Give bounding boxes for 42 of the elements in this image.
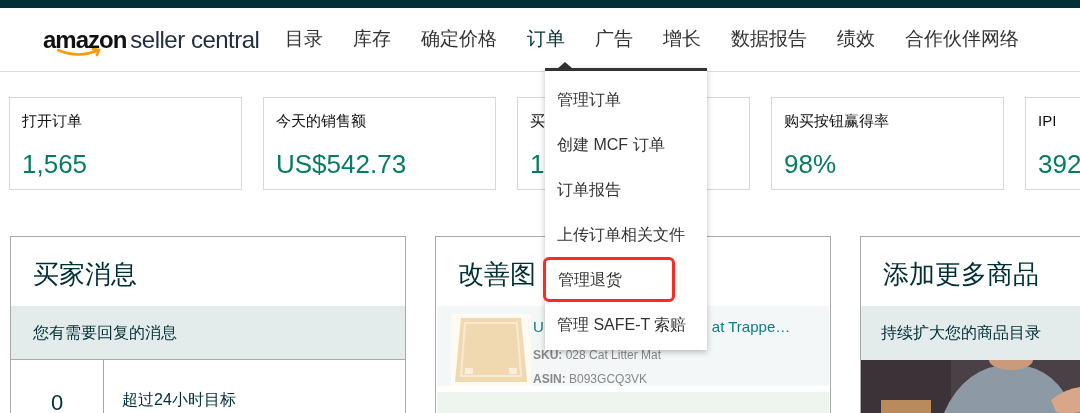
smile-icon — [57, 47, 101, 57]
metric-label: 买 — [530, 111, 545, 131]
metric-label: 今天的销售额 — [276, 111, 366, 131]
nav-tab[interactable]: 数据报告 — [731, 25, 808, 54]
menu-item[interactable]: 管理订单 — [545, 77, 707, 122]
product-link[interactable]: U — [533, 316, 544, 339]
nav-tab[interactable]: 库存 — [353, 25, 392, 54]
card-title: 添加更多商品 — [882, 258, 1040, 291]
card-subtitle: 持续扩大您的商品目录 — [861, 306, 1080, 360]
card-title: 改善图 — [458, 258, 536, 291]
metric-value: 1,565 — [22, 147, 88, 181]
metric-value: US$542.73 — [276, 147, 407, 181]
metric-card[interactable]: 打开订单 1,565 — [9, 97, 242, 190]
metric-value: 1 — [530, 147, 545, 181]
message-count: 0 — [11, 360, 104, 413]
metric-value: 392 — [1038, 147, 1080, 181]
nav-tab[interactable]: 绩效 — [837, 25, 876, 54]
logo[interactable]: amazon seller central — [43, 21, 260, 58]
metric-card[interactable]: 购买按钮赢得率 98% — [771, 97, 1004, 190]
card-subtitle: 您有需要回复的消息 — [11, 306, 405, 360]
menu-item[interactable]: 上传订单相关文件 — [545, 212, 707, 257]
menu-item[interactable]: 管理退货 — [543, 257, 675, 302]
menu-item[interactable]: 管理 SAFE-T 索赔 — [545, 302, 707, 347]
asin-text: ASIN: B093GCQ3VK — [533, 370, 649, 388]
metric-label: IPI — [1038, 111, 1057, 131]
metric-card[interactable]: 今天的销售额 US$542.73 — [263, 97, 496, 190]
metric-card[interactable]: IPI 392 — [1025, 97, 1080, 190]
nav-tab[interactable]: 目录 — [285, 25, 324, 54]
metric-label: 打开订单 — [22, 111, 82, 131]
nav-tab[interactable]: 确定价格 — [421, 25, 498, 54]
nav-tab[interactable]: 订单 — [527, 25, 566, 54]
product-link[interactable]: at Trappe… — [711, 316, 791, 339]
row-label: 超过24小时目标 — [121, 390, 236, 410]
nav-tab[interactable]: 合作伙伴网络 — [905, 25, 1020, 54]
menu-item[interactable]: 创建 MCF 订单 — [545, 122, 707, 167]
metric-label: 购买按钮赢得率 — [784, 111, 889, 131]
sku-text: SKU: 028 Cat Litter Mat — [533, 346, 663, 364]
metric-value: 98% — [784, 147, 837, 181]
nav-tab[interactable]: 广告 — [595, 25, 634, 54]
nav-tab[interactable]: 增长 — [663, 25, 702, 54]
card-title: 买家消息 — [32, 258, 138, 291]
menu-item[interactable]: 订单报告 — [545, 167, 707, 212]
